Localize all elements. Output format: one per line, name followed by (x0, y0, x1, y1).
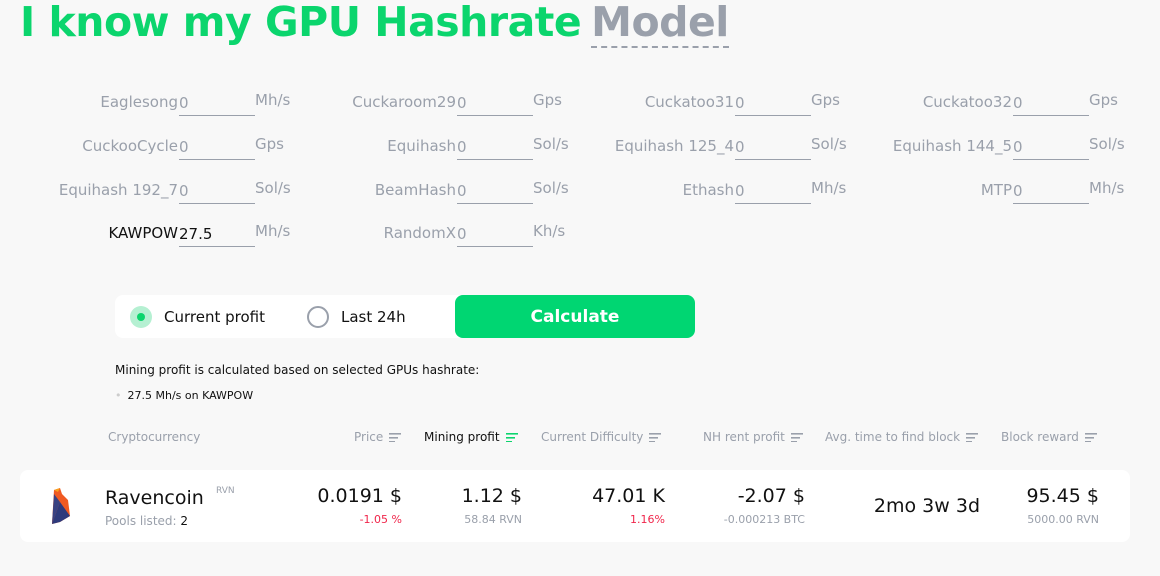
radio-last-24h[interactable]: Last 24h (307, 295, 406, 338)
hashrate-input[interactable] (457, 90, 533, 116)
hashrate-field-equihash-192-7: Equihash 192_7 Sol/s (20, 174, 300, 204)
algo-label: Cuckatoo31 (644, 93, 734, 111)
page-title: I know my GPU Hashrate Model (20, 0, 729, 48)
hashrate-input[interactable] (457, 221, 533, 247)
hashrate-field-ethash: Ethash Mh/s (576, 174, 856, 204)
unit-label: Mh/s (255, 91, 291, 109)
block-time-cell: 2mo 3w 3d (873, 495, 980, 517)
hashrate-input[interactable] (457, 134, 533, 160)
hashrate-field-beamhash: BeamHash Sol/s (298, 174, 578, 204)
unit-label: Sol/s (1089, 135, 1125, 153)
hashrate-field-mtp: MTP Mh/s (854, 174, 1134, 204)
algo-label: Cuckatoo32 (922, 93, 1012, 111)
hashrate-input[interactable] (179, 178, 255, 204)
unit-label: Gps (533, 91, 562, 109)
sort-icon (389, 432, 402, 442)
hashrate-input[interactable] (1013, 134, 1089, 160)
unit-label: Gps (255, 135, 284, 153)
hashrate-input[interactable] (179, 221, 255, 247)
algo-label: MTP (980, 181, 1012, 199)
unit-label: Mh/s (255, 222, 291, 240)
model-link[interactable]: Model (591, 0, 729, 48)
coin-symbol: RVN (216, 486, 235, 496)
hashrate-input[interactable] (735, 134, 811, 160)
unit-label: Mh/s (811, 179, 847, 197)
hashrate-field-randomx: RandomX Kh/s (298, 217, 578, 247)
sort-icon (505, 432, 518, 442)
radio-unchecked-icon (307, 305, 329, 328)
hashrate-field-equihash-144-5: Equihash 144_5 Sol/s (854, 130, 1134, 160)
algo-label: CuckooCycle (82, 137, 178, 155)
algo-label: Eaglesong (100, 93, 178, 111)
hashrate-field-cuckatoo32: Cuckatoo32 Gps (854, 86, 1134, 116)
hashrate-input[interactable] (179, 90, 255, 116)
unit-label: Gps (1089, 91, 1118, 109)
sort-icon (966, 432, 979, 442)
pools-listed: Pools listed: 2 (105, 514, 189, 528)
algo-label: BeamHash (374, 181, 456, 199)
hashrate-field-equihash-125-4: Equihash 125_4 Sol/s (576, 130, 856, 160)
hashrate-input[interactable] (179, 134, 255, 160)
hashrate-field-eaglesong: Eaglesong Mh/s (20, 86, 300, 116)
header-mining-profit[interactable]: Mining profit (424, 430, 518, 444)
hashrate-field-cuckatoo31: Cuckatoo31 Gps (576, 86, 856, 116)
algo-label: Ethash (682, 181, 734, 199)
algo-label: Equihash 192_7 (58, 181, 178, 199)
sort-icon (649, 432, 662, 442)
nh-profit-cell: -2.07 $ -0.000213 BTC (723, 485, 805, 526)
radio-label: Current profit (164, 307, 265, 326)
profit-cell: 1.12 $58.84 RVN (461, 485, 522, 526)
header-block-reward[interactable]: Block reward (1001, 430, 1097, 444)
hashrate-field-cuckoocycle: CuckooCycle Gps (20, 130, 300, 160)
hashrate-input[interactable] (1013, 178, 1089, 204)
header-cryptocurrency: Cryptocurrency (108, 430, 201, 444)
reward-cell: 95.45 $5000.00 RVN (1026, 485, 1099, 526)
header-nh-rent-profit[interactable]: NH rent profit (703, 430, 803, 444)
coin-name[interactable]: Ravencoin (105, 487, 204, 509)
unit-label: Sol/s (255, 179, 291, 197)
table-row[interactable]: Ravencoin RVN Pools listed: 2 0.0191 $ -1… (20, 470, 1130, 542)
hashrate-field-kawpow: KAWPOW Mh/s (20, 217, 300, 247)
sort-icon (1084, 432, 1097, 442)
price-cell: 0.0191 $ -1.05 % (317, 485, 402, 526)
summary-item: 27.5 Mh/s on KAWPOW (115, 389, 254, 402)
hashrate-field-cuckaroom29: Cuckaroom29 Gps (298, 86, 578, 116)
unit-label: Sol/s (533, 135, 569, 153)
difficulty-cell: 47.01 K 1.16% (592, 485, 665, 526)
hashrate-input[interactable] (457, 178, 533, 204)
unit-label: Sol/s (533, 179, 569, 197)
header-current-difficulty[interactable]: Current Difficulty (541, 430, 662, 444)
algo-label: Equihash 144_5 (892, 137, 1012, 155)
radio-current-profit[interactable]: Current profit (130, 295, 265, 338)
unit-label: Kh/s (533, 222, 566, 240)
unit-label: Sol/s (811, 135, 847, 153)
hashrate-input[interactable] (1013, 90, 1089, 116)
algo-label: KAWPOW (108, 224, 178, 242)
radio-label: Last 24h (341, 307, 406, 326)
unit-label: Gps (811, 91, 840, 109)
hashrate-field-equihash: Equihash Sol/s (298, 130, 578, 160)
header-avg-time[interactable]: Avg. time to find block (825, 430, 979, 444)
summary-note: Mining profit is calculated based on sel… (115, 363, 480, 377)
algo-label: Equihash (387, 137, 456, 155)
algo-label: RandomX (383, 224, 456, 242)
algo-label: Cuckaroom29 (352, 93, 456, 111)
algo-label: Equihash 125_4 (614, 137, 734, 155)
hashrate-input[interactable] (735, 90, 811, 116)
calc-controls: Current profit Last 24h Calculate (115, 295, 695, 338)
sort-icon (790, 432, 803, 442)
unit-label: Mh/s (1089, 179, 1125, 197)
ravencoin-logo-icon (52, 488, 70, 524)
calculate-button[interactable]: Calculate (455, 295, 695, 338)
hashrate-input[interactable] (735, 178, 811, 204)
title-text: I know my GPU Hashrate (20, 0, 582, 46)
radio-checked-icon (130, 305, 152, 328)
header-price[interactable]: Price (354, 430, 402, 444)
